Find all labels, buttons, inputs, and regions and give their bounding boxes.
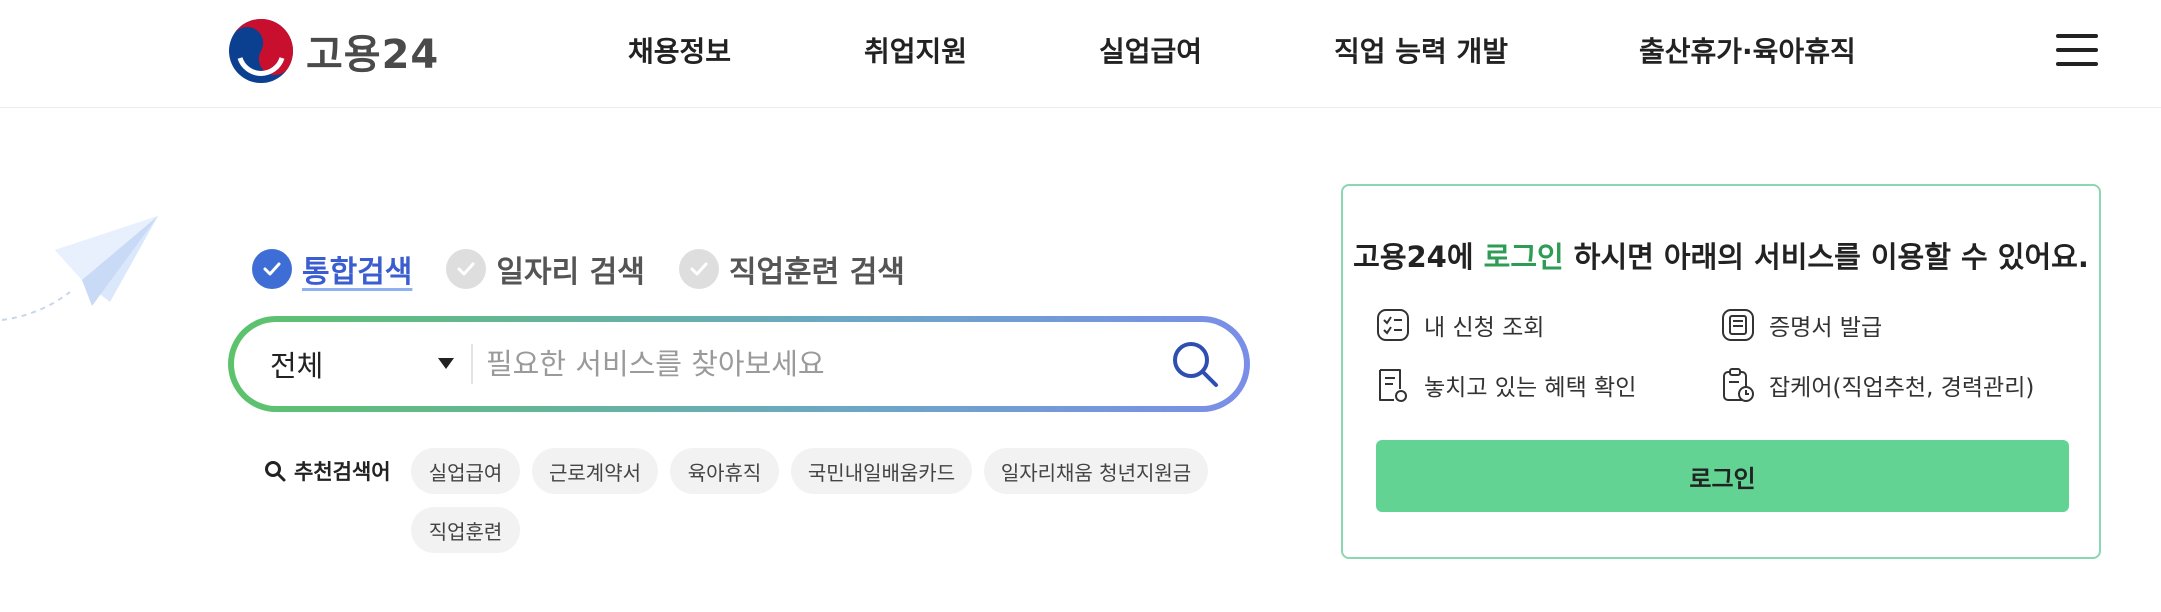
nav-item-skills-development[interactable]: 직업 능력 개발 (1334, 30, 1508, 70)
nav-item-jobs[interactable]: 채용정보 (628, 30, 731, 70)
keyword-chip[interactable]: 일자리채움 청년지원금 (984, 448, 1208, 494)
search-category-select[interactable]: 전체 (270, 322, 323, 406)
site-header: 고용24 채용정보 취업지원 실업급여 직업 능력 개발 출산휴가·육아휴직 (0, 0, 2161, 108)
check-circle-icon (678, 249, 719, 289)
service-label: 잡케어(직업추천, 경력관리) (1769, 375, 2035, 401)
service-label: 내 신청 조회 (1424, 315, 1545, 341)
nav-item-unemployment-benefits[interactable]: 실업급여 (1099, 30, 1202, 70)
recommended-label-text: 추천검색어 (294, 460, 391, 484)
tab-label: 직업훈련 검색 (728, 255, 905, 290)
tab-job-search[interactable]: 일자리 검색 (446, 247, 645, 291)
tab-integrated-search[interactable]: 통합검색 (252, 247, 412, 291)
certificate-icon (1722, 309, 1754, 341)
tab-training-search[interactable]: 직업훈련 검색 (678, 247, 905, 291)
check-circle-icon (252, 249, 292, 289)
search-icon[interactable] (1169, 338, 1221, 390)
search-input[interactable] (486, 338, 1146, 390)
login-button[interactable]: 로그인 (1376, 440, 2069, 512)
logo-text: 고용24 (306, 32, 440, 78)
login-message-suffix: 하시면 아래의 서비스를 이용할 수 있어요. (1563, 240, 2089, 274)
service-missed-benefits[interactable]: 놓치고 있는 혜택 확인 (1376, 367, 1636, 403)
logo[interactable]: 고용24 (228, 18, 439, 84)
taegeuk-logo-icon (229, 19, 293, 83)
divider (471, 344, 473, 384)
tab-label: 통합검색 (302, 255, 413, 290)
nav-item-parental-leave[interactable]: 출산휴가·육아휴직 (1639, 30, 1856, 70)
keyword-chip[interactable]: 직업훈련 (411, 507, 520, 553)
service-certificate[interactable]: 증명서 발급 (1721, 308, 1882, 342)
keyword-chip[interactable]: 실업급여 (411, 448, 520, 494)
clipboard-clock-icon (1723, 368, 1754, 402)
service-my-applications[interactable]: 내 신청 조회 (1376, 308, 1544, 342)
keyword-chip[interactable]: 근로계약서 (532, 448, 658, 494)
checklist-icon (1377, 309, 1409, 341)
hamburger-menu-icon[interactable] (2056, 34, 2098, 66)
paper-plane-icon (1, 216, 158, 321)
service-label: 증명서 발급 (1769, 315, 1883, 341)
keyword-chip[interactable]: 국민내일배움카드 (791, 448, 972, 494)
search-bar-inner: 전체 (234, 322, 1244, 406)
search-tabs: 통합검색 일자리 검색 직업훈련 검색 (252, 247, 939, 291)
caret-down-icon[interactable] (438, 358, 454, 369)
search-bar: 전체 (228, 316, 1250, 412)
login-panel: 고용24에 로그인 하시면 아래의 서비스를 이용할 수 있어요. 내 신청 조… (1341, 184, 2101, 559)
check-circle-icon (446, 249, 487, 289)
login-message-prefix: 고용24에 (1353, 240, 1484, 274)
service-jobcare[interactable]: 잡케어(직업추천, 경력관리) (1721, 367, 2034, 403)
service-label: 놓치고 있는 혜택 확인 (1424, 375, 1637, 401)
tab-label: 일자리 검색 (496, 255, 645, 290)
login-message: 고용24에 로그인 하시면 아래의 서비스를 이용할 수 있어요. (1343, 234, 2099, 276)
login-message-highlight: 로그인 (1483, 240, 1564, 274)
search-icon (265, 461, 286, 482)
keyword-chip[interactable]: 육아휴직 (670, 448, 779, 494)
recommended-keywords-label: 추천검색어 (264, 456, 391, 486)
nav-item-employment-support[interactable]: 취업지원 (864, 30, 967, 70)
document-benefit-icon (1379, 369, 1407, 402)
